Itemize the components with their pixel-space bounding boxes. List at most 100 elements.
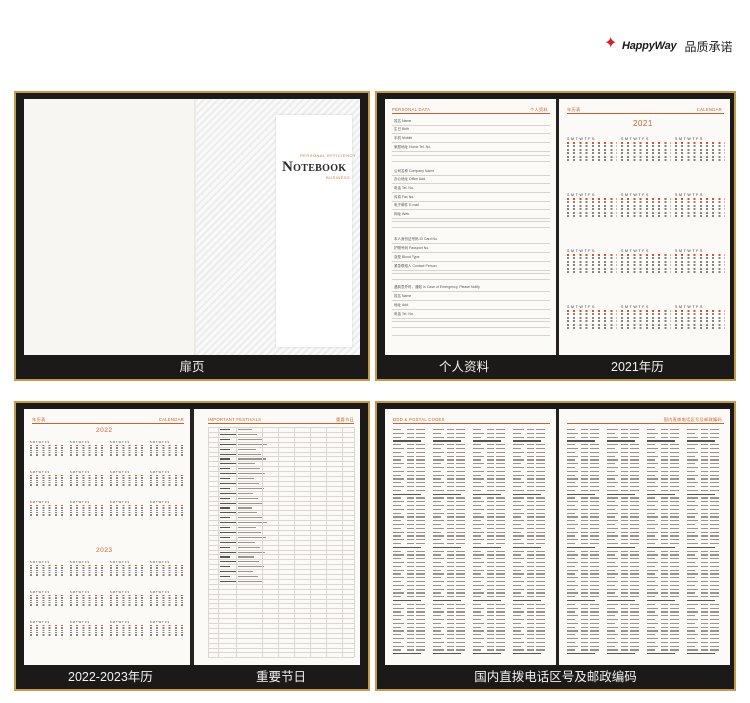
weekday-row: SMTWTFS — [150, 501, 171, 504]
calendar-month: SMTWTFS — [567, 245, 617, 274]
calendar-month: SMTWTFS — [567, 301, 617, 330]
postal-code-entry — [607, 520, 618, 522]
postal-code-entry — [513, 638, 521, 640]
postal-code-entry — [687, 546, 715, 549]
postal-code-entry — [513, 607, 521, 609]
postal-code-entry — [567, 440, 595, 442]
postal-code-entry — [647, 527, 655, 530]
postal-code-entry — [433, 546, 461, 549]
postal-code-entry — [473, 543, 481, 545]
postal-code-entry — [567, 588, 575, 590]
postal-code-entry — [433, 493, 461, 495]
personal-field-rule — [392, 243, 550, 244]
panel-personal-2021[interactable]: PERSONAL DATA 个人资料 姓名 Name 生日 Birth 手机 Mob… — [375, 91, 736, 381]
festival-table-col — [342, 427, 343, 657]
postal-code-entry — [607, 615, 615, 617]
festival-table-row — [208, 476, 354, 477]
postal-code-entry — [687, 448, 695, 450]
postal-code-entry — [607, 470, 615, 473]
festival-table-col — [310, 427, 311, 657]
postal-code-entry — [513, 470, 521, 473]
postal-header-left: DDD & POSTAL CODES — [393, 417, 445, 422]
festival-table-col — [208, 427, 209, 657]
postal-code-entry — [433, 596, 444, 598]
postal-code-entry — [607, 638, 615, 640]
postal-code-entry — [607, 436, 618, 438]
weekday-row: SMTWTFS — [70, 441, 91, 444]
postal-code-entry — [513, 603, 524, 606]
postal-code-entry — [567, 592, 578, 594]
personal-field-rule — [392, 151, 550, 152]
weekday-row: SMTWTFS — [675, 305, 704, 309]
festival-table-row — [208, 466, 354, 468]
weekday-row: SMTWTFS — [30, 501, 51, 504]
postal-code-entry — [607, 600, 635, 602]
postal-code-entry — [687, 641, 698, 644]
postal-code-entry — [513, 520, 524, 522]
postal-code-entry — [567, 550, 575, 552]
postal-code-entry — [513, 619, 524, 621]
personal-field-label: 网址 Web. — [394, 212, 411, 216]
postal-code-entry — [433, 467, 444, 469]
postal-code-entry — [513, 573, 524, 575]
postal-code-entry — [433, 584, 441, 587]
festival-table-row — [208, 446, 354, 448]
weekday-row: SMTWTFS — [150, 471, 171, 474]
postal-code-entry — [607, 550, 618, 552]
festival-table-row — [208, 632, 354, 634]
postal-code-entry — [393, 603, 401, 606]
postal-code-entry — [433, 432, 441, 435]
personal-blank-rule — [392, 335, 550, 336]
postal-code-entry — [513, 501, 521, 503]
calendar-month: SMTWTFS — [110, 467, 146, 487]
postal-code-entry — [687, 493, 715, 495]
postal-code-entry — [393, 558, 401, 560]
festival-header-left: IMPORTANT FESTIVALS — [208, 417, 262, 422]
postal-code-entry — [513, 550, 524, 552]
postal-code-entry — [567, 603, 575, 606]
postal-code-entry — [567, 543, 575, 545]
festival-table-row — [208, 485, 354, 487]
postal-code-entry — [393, 641, 401, 644]
calendar-month: SMTWTFS — [30, 467, 66, 487]
postal-code-entry — [687, 512, 698, 514]
weekday-row: SMTWTFS — [110, 501, 131, 504]
postal-code-entry — [687, 501, 695, 503]
postal-code-entry — [647, 489, 655, 492]
personal-field-label: 护照号码 Passport No. — [394, 246, 430, 250]
postal-code-entry — [687, 467, 698, 469]
postal-code-entry — [393, 429, 401, 431]
postal-code-entry — [567, 497, 575, 499]
panel-2022-2023-festivals[interactable]: 年历表 CALENDAR 2022 2023 SMTWTFS SMTWTFS SMT… — [14, 401, 370, 691]
festival-table-row — [208, 623, 354, 624]
postal-code-entry — [607, 474, 618, 476]
postal-code-entry — [433, 622, 441, 625]
postal-code-entry — [647, 535, 655, 537]
postal-code-entry — [473, 520, 481, 522]
caption-personal-2021: 个人资料 2021年历 — [377, 355, 734, 379]
postal-code-entry — [473, 588, 481, 590]
panel-title-page[interactable]: PERSONAL EFFICIENCY NOTEBOOK BUSINESS 扉页 — [14, 91, 370, 381]
personal-field-label: 手机 Mobile — [394, 136, 413, 140]
personal-field-rule — [392, 133, 550, 134]
postal-code-entry — [433, 451, 444, 454]
personal-field-rule — [392, 192, 550, 193]
postal-code-entry — [607, 622, 615, 625]
postal-code-entry — [607, 611, 618, 613]
postal-code-entry — [607, 619, 618, 621]
calendar-month: SMTWTFS — [70, 557, 106, 577]
postal-code-entry — [473, 493, 501, 495]
personal-field-label: 血型 Blood Type — [394, 255, 420, 259]
notebook-cover-card: PERSONAL EFFICIENCY NOTEBOOK BUSINESS — [276, 115, 356, 347]
postal-code-entry — [473, 444, 481, 446]
brand-name: HappyWay — [622, 40, 677, 52]
postal-code-entry — [567, 493, 595, 495]
postal-code-entry — [513, 600, 541, 602]
festival-table-row — [208, 436, 354, 438]
postal-code-entry — [687, 600, 715, 602]
postal-code-entry — [473, 638, 484, 640]
panel-postal-codes[interactable]: DDD & POSTAL CODES 国内直拨电话区号及邮政编码 国内直拨电话区… — [375, 401, 736, 691]
postal-code-entry — [687, 592, 695, 594]
postal-codes-left-page: DDD & POSTAL CODES — [385, 409, 556, 665]
caption-2022-2023: 2022-2023年历 — [68, 670, 153, 684]
